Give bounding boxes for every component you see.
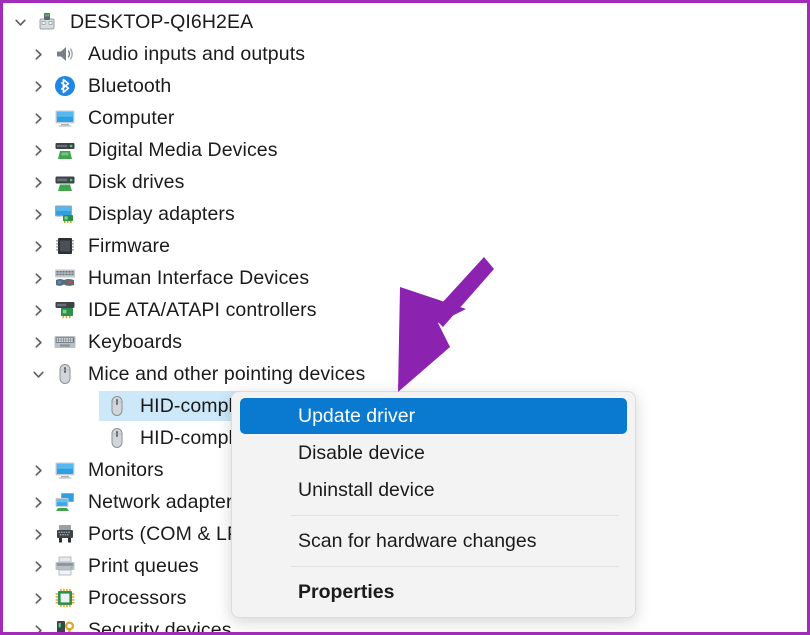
port-icon — [51, 522, 79, 546]
chevron-right-icon[interactable] — [25, 496, 51, 509]
tree-item-label: Digital Media Devices — [88, 138, 278, 161]
ide-controller-icon — [51, 298, 79, 322]
tree-item-label: Network adapters — [88, 490, 243, 513]
menu-item-uninstall-device[interactable]: Uninstall device — [240, 472, 627, 508]
tree-item-display-adapters[interactable]: Display adapters — [3, 198, 807, 230]
chevron-right-icon[interactable] — [25, 176, 51, 189]
chevron-right-icon[interactable] — [25, 592, 51, 605]
media-device-icon — [51, 138, 79, 162]
context-menu[interactable]: Update driver Disable device Uninstall dev… — [231, 391, 636, 618]
chevron-down-icon[interactable] — [25, 368, 51, 381]
chevron-right-icon[interactable] — [25, 144, 51, 157]
chevron-right-icon[interactable] — [25, 560, 51, 573]
disk-drive-icon — [51, 170, 79, 194]
tree-item-label: Firmware — [88, 234, 171, 257]
mouse-icon — [103, 426, 131, 450]
chevron-right-icon[interactable] — [25, 48, 51, 61]
tree-item-label: Disk drives — [88, 170, 185, 193]
monitor-icon — [51, 458, 79, 482]
tree-root-item[interactable]: DESKTOP-QI6H2EA — [3, 6, 807, 38]
chevron-right-icon[interactable] — [25, 112, 51, 125]
tree-item-bluetooth[interactable]: Bluetooth — [3, 70, 807, 102]
tree-item-label: Human Interface Devices — [88, 266, 310, 289]
speaker-icon — [51, 42, 79, 66]
tree-item-firmware[interactable]: Firmware — [3, 230, 807, 262]
menu-item-update-driver[interactable]: Update driver — [240, 398, 627, 434]
computer-root-icon — [33, 10, 61, 34]
tree-item-human-interface-devices[interactable]: Human Interface Devices — [3, 262, 807, 294]
menu-item-disable-device[interactable]: Disable device — [240, 435, 627, 471]
tree-item-label: Processors — [88, 586, 187, 609]
tree-item-label: Keyboards — [88, 330, 183, 353]
keyboard-icon — [51, 330, 79, 354]
menu-item-properties[interactable]: Properties — [240, 574, 627, 610]
tree-item-computer[interactable]: Computer — [3, 102, 807, 134]
chevron-right-icon[interactable] — [25, 336, 51, 349]
tree-item-label: Bluetooth — [88, 74, 172, 97]
mouse-icon — [103, 394, 131, 418]
device-manager-window: DESKTOP-QI6H2EA Audio inputs and outputs B… — [0, 0, 810, 635]
display-adapter-icon — [51, 202, 79, 226]
firmware-chip-icon — [51, 234, 79, 258]
tree-item-mice-and-other-pointing-devices[interactable]: Mice and other pointing devices — [3, 358, 807, 390]
chevron-down-icon[interactable] — [7, 16, 33, 29]
monitor-icon — [51, 106, 79, 130]
tree-item-label: Print queues — [88, 554, 199, 577]
chevron-right-icon[interactable] — [25, 528, 51, 541]
chevron-right-icon[interactable] — [25, 624, 51, 632]
processor-icon — [51, 586, 79, 610]
tree-item-label: Display adapters — [88, 202, 235, 225]
menu-item-scan-for-hardware-changes[interactable]: Scan for hardware changes — [240, 523, 627, 559]
tree-item-keyboards[interactable]: Keyboards — [3, 326, 807, 358]
tree-item-disk-drives[interactable]: Disk drives — [3, 166, 807, 198]
menu-separator — [291, 515, 619, 516]
network-adapter-icon — [51, 490, 79, 514]
tree-item-digital-media-devices[interactable]: Digital Media Devices — [3, 134, 807, 166]
chevron-right-icon[interactable] — [25, 80, 51, 93]
mouse-icon — [51, 362, 79, 386]
chevron-right-icon[interactable] — [25, 272, 51, 285]
hid-icon — [51, 266, 79, 290]
tree-item-label: Computer — [88, 106, 175, 129]
menu-separator — [291, 566, 619, 567]
tree-item-label: Audio inputs and outputs — [88, 42, 306, 65]
tree-item-label: Mice and other pointing devices — [88, 362, 366, 385]
chevron-right-icon[interactable] — [25, 208, 51, 221]
chevron-right-icon[interactable] — [25, 464, 51, 477]
tree-item-audio-inputs-and-outputs[interactable]: Audio inputs and outputs — [3, 38, 807, 70]
tree-item-label: Monitors — [88, 458, 164, 481]
tree-item-label: Security devices — [88, 618, 232, 635]
chevron-right-icon[interactable] — [25, 240, 51, 253]
tree-item-label: IDE ATA/ATAPI controllers — [88, 298, 317, 321]
chevron-right-icon[interactable] — [25, 304, 51, 317]
bluetooth-icon — [51, 74, 79, 98]
security-device-icon — [51, 618, 79, 632]
printer-icon — [51, 554, 79, 578]
tree-item-label: DESKTOP-QI6H2EA — [70, 10, 254, 33]
tree-item-ide-ata-atapi-controllers[interactable]: IDE ATA/ATAPI controllers — [3, 294, 807, 326]
